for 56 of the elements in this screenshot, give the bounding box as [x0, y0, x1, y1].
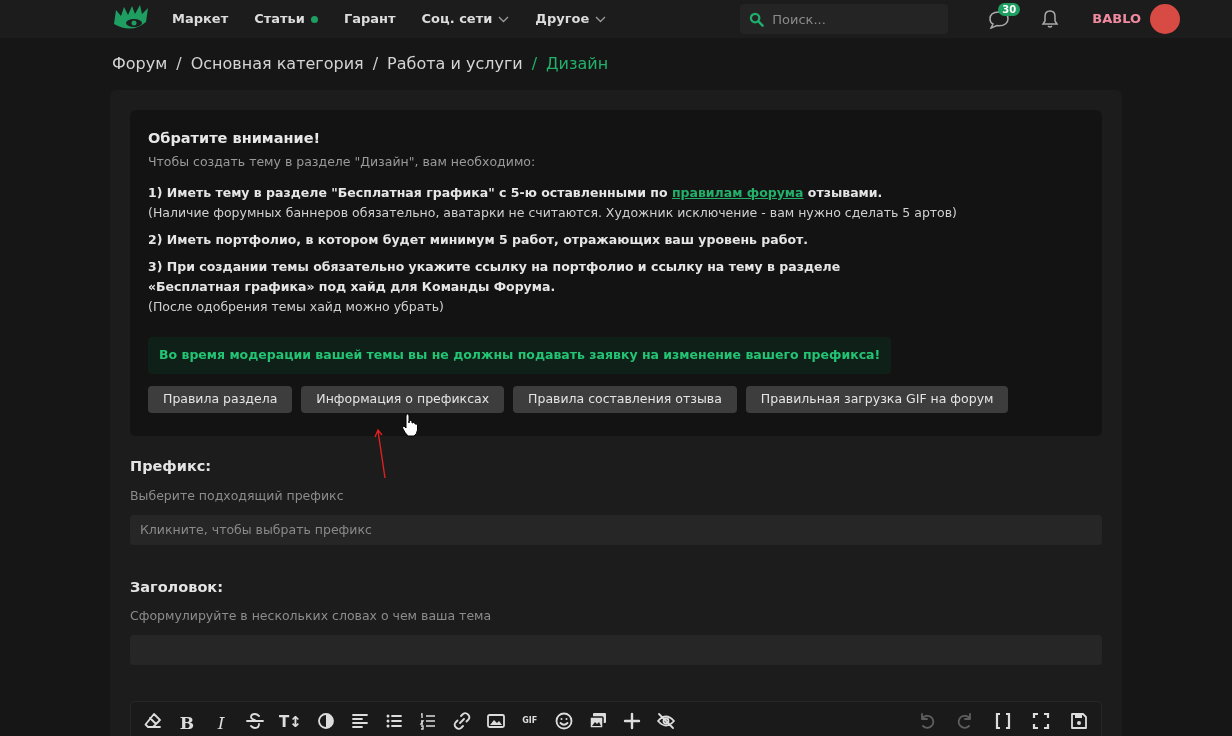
notice-button[interactable]: Правила раздела	[148, 385, 293, 413]
notice-title: Обратите внимание!	[148, 129, 322, 148]
rule-text: 1) Иметь тему в разделе "Бесплатная графика" с 5-ю оставленными по правилам форума отзывами.	[148, 183, 884, 201]
align-left-icon[interactable]	[349, 711, 370, 731]
annotation-arrow	[374, 428, 388, 480]
breadcrumb-link[interactable]: Дизайн	[546, 52, 609, 76]
numbered-list-icon[interactable]	[417, 711, 438, 731]
field-label: Префикс:	[130, 457, 213, 476]
notice-button[interactable]: Информация о префиксах	[301, 385, 505, 413]
bell-icon[interactable]	[1040, 9, 1061, 29]
nav-link[interactable]: Гарант	[343, 9, 396, 29]
message-count-badge: 30	[998, 3, 1021, 16]
notice-intro: Чтобы создать тему в разделе "Дизайн", вам необходимо:	[148, 153, 537, 171]
image-icon[interactable]	[485, 711, 506, 731]
images-icon[interactable]	[587, 711, 608, 731]
toolbar-button[interactable]: I	[211, 711, 231, 731]
rule-text: (После одобрения темы хайд можно убрать)	[148, 297, 445, 315]
plus-icon[interactable]	[621, 711, 642, 731]
avatar[interactable]	[1150, 4, 1180, 34]
input-field[interactable]: Кликните, чтобы выбрать префикс	[130, 514, 1102, 545]
brackets-icon[interactable]	[993, 711, 1013, 731]
rule-text: «Бесплатная графика» под хайд для Команды Форума.	[148, 277, 557, 295]
field-hint: Сформулируйте в нескольких словах о чем ваша тема	[130, 607, 493, 626]
contrast-icon[interactable]	[315, 711, 336, 731]
strikethrough-icon[interactable]	[245, 711, 265, 731]
hand-cursor-icon	[401, 413, 419, 437]
nav-link[interactable]: Другое	[535, 9, 607, 29]
breadcrumb-separator: /	[372, 53, 379, 75]
link-icon[interactable]	[451, 711, 472, 731]
save-icon[interactable]	[1069, 711, 1089, 731]
breadcrumb-link[interactable]: Работа и услуги	[387, 52, 523, 76]
breadcrumb-separator: /	[531, 53, 538, 75]
breadcrumb-separator: /	[176, 53, 182, 75]
notice-button[interactable]: Правильная загрузка GIF на форум	[745, 385, 1009, 413]
field-hint: Выберите подходящий префикс	[130, 486, 345, 505]
notice-button[interactable]: Правила составления отзыва	[513, 385, 737, 413]
nav-link[interactable]: Статьи	[254, 9, 318, 29]
nav-link[interactable]: Соц. сети	[421, 9, 510, 29]
toolbar-button[interactable]: GIF	[519, 711, 540, 731]
toolbar-button[interactable]: T↕	[279, 711, 302, 731]
username[interactable]: BABLO	[1092, 9, 1141, 29]
fullscreen-icon[interactable]	[1031, 711, 1051, 731]
field-label: Заголовок:	[130, 577, 224, 597]
rule-text: 3) При создании темы обязательно укажите ссылку на портфолио и ссылку на тему в разделе	[148, 257, 842, 275]
warning-message: Во время модерации вашей темы вы не должны подавать заявку на изменение вашего префикса!	[148, 336, 892, 374]
breadcrumb-link[interactable]: Форум	[112, 52, 168, 76]
eye-slash-icon[interactable]	[655, 711, 676, 731]
rule-text: (Наличие форумных баннеров обязательно, аватарки не считаются. Художник исключение - вам нужно сделать 5 артов)	[148, 203, 958, 221]
eraser-icon[interactable]	[143, 711, 163, 731]
search-field[interactable]: Поиск...	[740, 4, 949, 34]
smiley-icon[interactable]	[553, 711, 574, 731]
toolbar-button[interactable]: B	[177, 711, 197, 731]
breadcrumb-link[interactable]: Основная категория	[190, 52, 364, 76]
nav-link[interactable]: Маркет	[172, 9, 229, 29]
forum-rules-link[interactable]: правилам форума	[671, 184, 804, 200]
rule-text: 2) Иметь портфолио, в котором будет минимум 5 работ, отражающих ваш уровень работ.	[148, 230, 809, 248]
